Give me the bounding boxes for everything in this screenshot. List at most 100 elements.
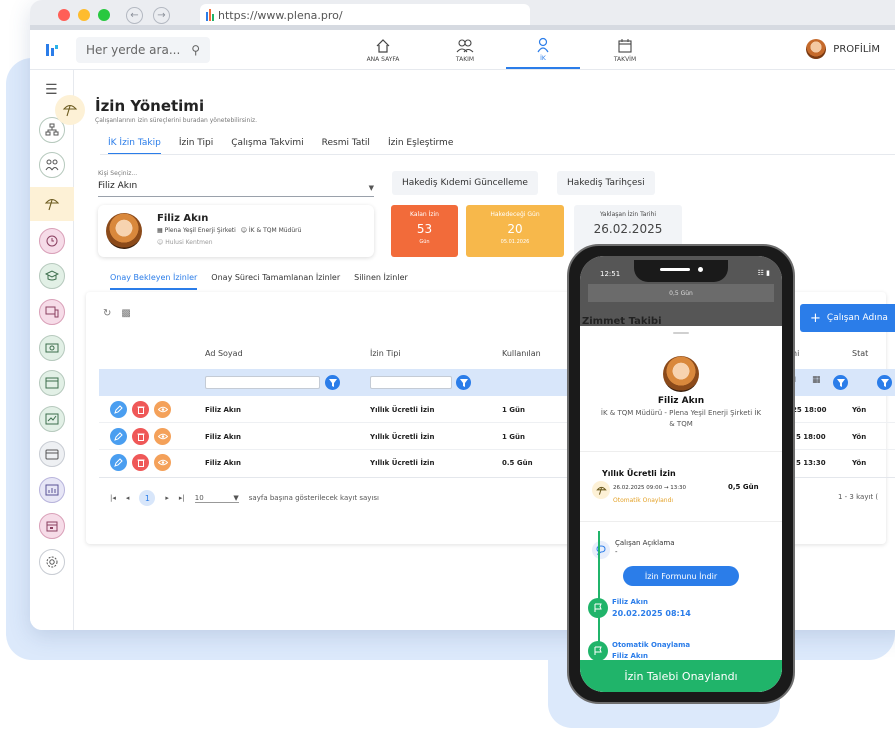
nav-calendar-label: TAKVİM — [613, 56, 637, 63]
column-header-name[interactable]: Ad Soyad — [205, 349, 243, 358]
download-form-button[interactable]: İzin Formunu İndir — [623, 566, 739, 586]
nav-calendar[interactable]: TAKVİM — [588, 32, 662, 69]
subtab-pending[interactable]: Onay Bekleyen İzinler — [110, 273, 198, 290]
forward-arrow-icon[interactable]: → — [153, 6, 170, 24]
profile-label: PROFİLİM — [833, 43, 880, 55]
column-header-status-partial[interactable]: Stat — [852, 349, 868, 358]
close-window-dot[interactable] — [58, 9, 70, 21]
next-page-icon[interactable]: ▸ — [165, 494, 169, 502]
subtab-completed[interactable]: Onay Süreci Tamamlanan İzinler — [211, 273, 340, 290]
entitlement-history-button[interactable]: Hakediş Tarihçesi — [557, 171, 655, 195]
comment-icon — [592, 541, 610, 559]
minimize-window-dot[interactable] — [78, 9, 90, 21]
pencil-icon — [114, 458, 123, 467]
phone-dim-row: 0,5 Gün — [588, 284, 774, 302]
filter-status-button[interactable] — [877, 375, 892, 390]
edit-button[interactable] — [110, 454, 127, 471]
employees-icon[interactable] — [39, 152, 65, 178]
devices-icon[interactable] — [39, 299, 65, 325]
tab-ik-izin-takip[interactable]: İK İzin Takip — [108, 138, 161, 155]
cell-name: Filiz Akın — [205, 406, 241, 414]
nav-home[interactable]: ANA SAYFA — [346, 32, 420, 69]
edit-button[interactable] — [110, 401, 127, 418]
prev-page-icon[interactable]: ◂ — [126, 494, 130, 502]
last-page-icon[interactable]: ▸| — [179, 494, 185, 502]
subtab-deleted[interactable]: Silinen İzinler — [354, 273, 408, 290]
beach-umbrella-icon — [592, 481, 610, 499]
profile-menu[interactable]: PROFİLİM — [806, 39, 880, 59]
column-header-used[interactable]: Kullanılan — [502, 349, 541, 358]
per-page-select[interactable]: 10 ▼ — [194, 494, 239, 503]
phone-notch-dot — [698, 267, 703, 272]
person-select-dropdown[interactable]: Filiz Akın ▼ — [98, 181, 374, 197]
nav-hr[interactable]: İK — [506, 32, 580, 69]
wallet-icon[interactable] — [39, 441, 65, 467]
filter-type-button[interactable] — [456, 375, 471, 390]
phone-leave-status: Otomatik Onaylandı — [613, 497, 674, 504]
app-navbar: Her yerde ara... ⚲ ANA SAYFA TAKIM İK TA… — [30, 30, 895, 70]
add-on-behalf-button[interactable]: + Çalışan Adına — [800, 304, 895, 332]
tab-resmi-tatil[interactable]: Resmi Tatil — [322, 138, 370, 155]
site-logo-icon — [206, 9, 214, 21]
tab-calisma-takvimi[interactable]: Çalışma Takvimi — [231, 138, 303, 155]
stat-value: 20 — [507, 222, 523, 236]
page-title: İzin Yönetimi — [95, 96, 205, 115]
user-icon: ☺ — [240, 227, 247, 234]
phone-notch — [634, 260, 728, 282]
cash-icon[interactable] — [39, 335, 65, 361]
cell-status-partial: Yön — [852, 406, 867, 414]
approved-banner[interactable]: İzin Talebi Onaylandı — [580, 660, 782, 692]
tab-izin-tipi[interactable]: İzin Tipi — [179, 138, 213, 155]
sheet-handle[interactable] — [673, 332, 689, 334]
global-search-input[interactable]: Her yerde ara... ⚲ — [76, 36, 210, 63]
column-header-type[interactable]: İzin Tipi — [370, 349, 401, 358]
report-chart-icon[interactable] — [39, 477, 65, 503]
per-page-label: sayfa başına gösterilecek kayıt sayısı — [248, 494, 379, 502]
view-button[interactable] — [154, 401, 171, 418]
grid-toolbar: ↻ ▩ — [103, 308, 131, 319]
phone-leave-days: 0,5 Gün — [728, 483, 759, 491]
cell-type: Yıllık Ücretli İzin — [370, 433, 435, 441]
delete-button[interactable] — [132, 401, 149, 418]
filter-date-button[interactable] — [833, 375, 848, 390]
tab-izin-eslestirme[interactable]: İzin Eşleştirme — [388, 138, 453, 155]
nav-home-label: ANA SAYFA — [366, 56, 400, 63]
timeline-line1: Otomatik Onaylama — [612, 641, 691, 649]
filter-type-input[interactable] — [370, 376, 452, 389]
app-logo-icon[interactable] — [30, 42, 74, 58]
view-button[interactable] — [154, 454, 171, 471]
delete-button[interactable] — [132, 454, 149, 471]
timeline-line1: Filiz Akın — [612, 598, 648, 606]
beach-umbrella-icon[interactable] — [39, 191, 65, 217]
leave-subtabs: Onay Bekleyen İzinler Onay Süreci Tamaml… — [110, 273, 408, 290]
filter-name-button[interactable] — [325, 375, 340, 390]
graduation-cap-icon[interactable] — [39, 263, 65, 289]
clock-icon[interactable] — [39, 228, 65, 254]
refresh-icon[interactable]: ↻ — [103, 308, 111, 319]
performance-chart-icon[interactable] — [39, 406, 65, 432]
settings-gear-icon[interactable] — [39, 549, 65, 575]
phone-screen: 12:51 ☷ ▮ 0,5 Gün Zimmet Takibi Filiz Ak… — [580, 256, 782, 692]
timeline-entry: Filiz Akın 20.02.2025 08:14 — [612, 597, 691, 619]
nav-team[interactable]: TAKIM — [428, 32, 502, 69]
update-seniority-button[interactable]: Hakediş Kıdemi Güncelleme — [392, 171, 538, 195]
cell-type: Yıllık Ücretli İzin — [370, 459, 435, 467]
avatar — [806, 39, 827, 59]
phone-desc-value: - — [615, 548, 618, 556]
back-arrow-icon[interactable]: ← — [126, 6, 143, 24]
delete-button[interactable] — [132, 428, 149, 445]
page-number[interactable]: 1 — [139, 490, 156, 506]
view-button[interactable] — [154, 428, 171, 445]
expense-card-icon[interactable] — [39, 370, 65, 396]
maximize-window-dot[interactable] — [98, 9, 110, 21]
calendar-icon[interactable]: ▦ — [812, 375, 821, 385]
first-page-icon[interactable]: |◂ — [110, 494, 116, 502]
filter-name-input[interactable] — [205, 376, 320, 389]
edit-button[interactable] — [110, 428, 127, 445]
phone-person-name: Filiz Akın — [657, 396, 705, 406]
export-icon[interactable]: ▩ — [121, 308, 130, 319]
person-card: Filiz Akın ▦ Plena Yeşil Enerji Şirketi … — [98, 205, 374, 257]
address-bar[interactable]: https://www.plena.pro/ — [200, 4, 530, 26]
schedule-calendar-icon[interactable] — [39, 513, 65, 539]
person-company: Plena Yeşil Enerji Şirketi — [164, 227, 236, 234]
